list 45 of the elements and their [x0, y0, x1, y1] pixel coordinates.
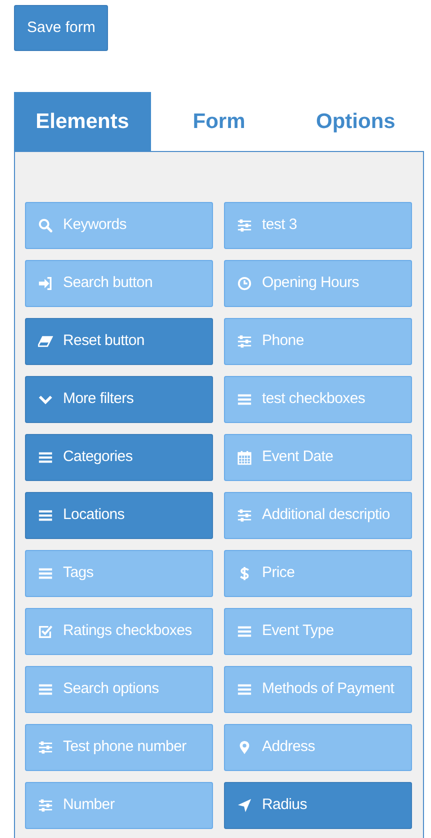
element-button[interactable]: Event Date	[224, 434, 412, 481]
calendar-icon	[237, 450, 252, 465]
eraser-icon	[38, 334, 53, 349]
element-button[interactable]: test checkboxes	[224, 376, 412, 423]
map-pin-icon	[237, 740, 252, 755]
menu-icon	[237, 682, 252, 697]
sliders-icon	[38, 740, 53, 755]
element-button[interactable]: Search options	[25, 666, 213, 713]
element-button[interactable]: Phone	[224, 318, 412, 365]
element-button[interactable]: Number	[25, 782, 213, 829]
element-button[interactable]: Test phone number	[25, 724, 213, 771]
clock-icon	[237, 276, 252, 291]
menu-icon	[237, 624, 252, 639]
checkbox-icon	[38, 624, 53, 639]
element-button[interactable]: Reset button	[25, 318, 213, 365]
sign-in-icon	[38, 276, 53, 291]
sliders-icon	[237, 334, 252, 349]
menu-icon	[38, 508, 53, 523]
element-button[interactable]: Locations	[25, 492, 213, 539]
element-button[interactable]: test 3	[224, 202, 412, 249]
element-button[interactable]: Opening Hours	[224, 260, 412, 307]
element-button[interactable]: Search button	[25, 260, 213, 307]
search-icon	[38, 218, 53, 233]
element-button[interactable]: Radius	[224, 782, 412, 829]
element-button[interactable]: Tags	[25, 550, 213, 597]
location-arrow-icon	[237, 798, 252, 813]
tab[interactable]: Elements	[14, 92, 151, 151]
menu-icon	[38, 682, 53, 697]
sliders-icon	[38, 798, 53, 813]
element-button[interactable]: Price	[224, 550, 412, 597]
element-button[interactable]: Methods of Payment	[224, 666, 412, 713]
element-button[interactable]: Address	[224, 724, 412, 771]
sliders-icon	[237, 218, 252, 233]
save-button[interactable]: Save form	[14, 5, 108, 51]
element-button[interactable]: Ratings checkboxes	[25, 608, 213, 655]
menu-icon	[237, 392, 252, 407]
element-button[interactable]: Keywords	[25, 202, 213, 249]
element-button[interactable]: Additional descriptio	[224, 492, 412, 539]
sliders-icon	[237, 508, 252, 523]
element-button[interactable]: More filters	[25, 376, 213, 423]
element-button[interactable]: Categories	[25, 434, 213, 481]
menu-icon	[38, 566, 53, 581]
menu-icon	[38, 450, 53, 465]
dollar-icon	[237, 566, 252, 581]
element-button[interactable]: Event Type	[224, 608, 412, 655]
